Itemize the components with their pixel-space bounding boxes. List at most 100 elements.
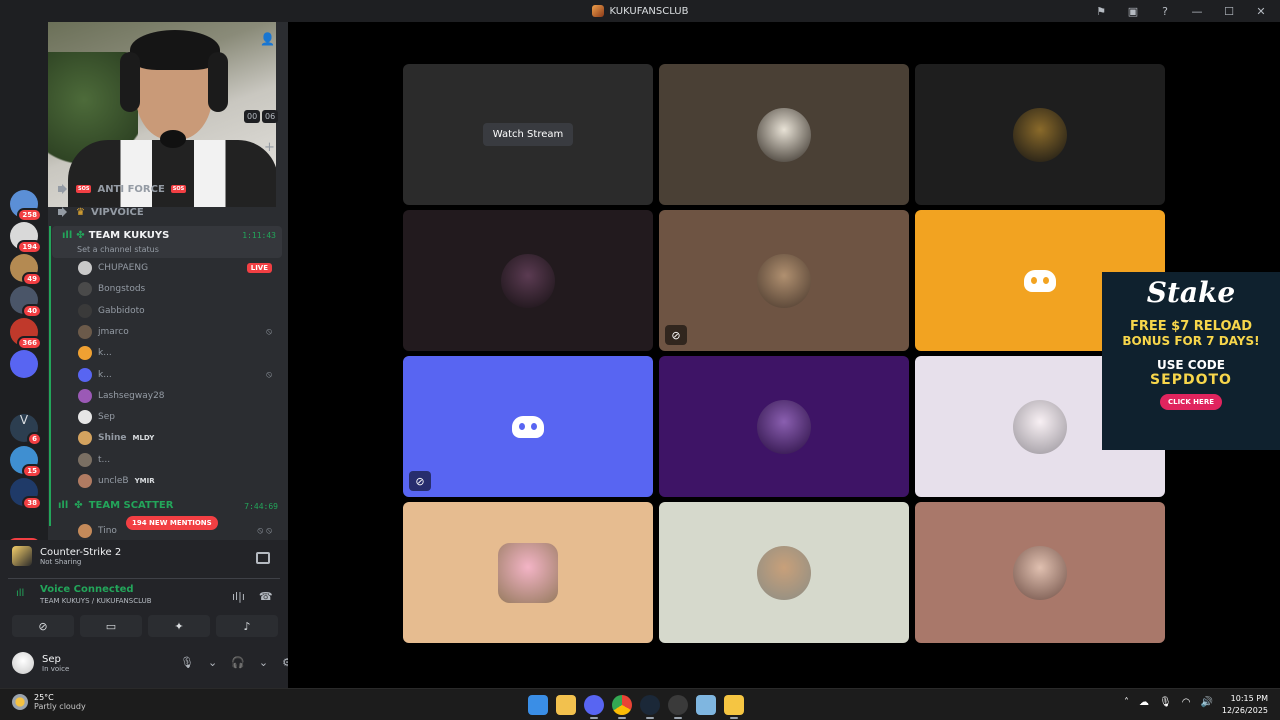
server-icon[interactable]: 366 (10, 318, 42, 350)
discord-logo-icon (1024, 269, 1056, 292)
mention-badge: 258 (17, 208, 42, 222)
server-icon-v[interactable]: V (10, 406, 38, 434)
server-icon[interactable]: 194 (10, 222, 42, 254)
close-button[interactable]: ✕ (1254, 5, 1268, 18)
maximize-button[interactable]: ☐ (1222, 5, 1236, 18)
minimize-button[interactable]: — (1190, 5, 1204, 18)
channel-name: ANTI FORCE (97, 183, 165, 195)
member-row[interactable]: Lashsegway28 (78, 387, 278, 405)
speaker-icon (58, 207, 70, 217)
participant-tile[interactable]: ⊘ (403, 356, 653, 497)
windows-start-icon[interactable] (528, 695, 548, 715)
headphones-icon[interactable]: 🎧 (231, 656, 245, 669)
participant-tile[interactable] (403, 502, 653, 643)
screen-icon[interactable]: ▣ (1126, 5, 1140, 18)
member-row[interactable]: t... (78, 451, 278, 469)
member-row[interactable]: Sep (78, 408, 278, 426)
cloud-icon[interactable]: ☁ (1139, 697, 1149, 708)
activities-button[interactable]: ✦ (148, 615, 210, 637)
help-icon[interactable]: ? (1158, 5, 1172, 18)
chevron-down-icon[interactable]: ⌄ (208, 656, 217, 669)
voice-channel-vipvoice[interactable]: ♛ VIPVOICE (58, 203, 144, 221)
share-screen-button[interactable]: ▭ (80, 615, 142, 637)
noise-suppression-icon[interactable]: ıl|ı (232, 590, 245, 603)
voice-connected-title: Voice Connected (40, 584, 134, 595)
notepad-icon[interactable] (696, 695, 716, 715)
member-name: k... (98, 369, 112, 380)
voice-channel-anti-force[interactable]: SOS ANTI FORCE SOS (58, 180, 187, 198)
voice-channel-team-scatter[interactable]: ıll ✤ TEAM SCATTER (58, 500, 173, 511)
chevron-up-icon[interactable]: ˄ (1124, 697, 1129, 708)
server-icon[interactable]: 258 (10, 190, 42, 222)
ad-promo-code: SEPDOTO (1150, 372, 1232, 388)
microphone-icon[interactable]: 🎙 (1159, 697, 1172, 708)
system-tray: ˄ ☁ 🎙 ◠ 🔊 (1124, 697, 1213, 708)
soundboard-button[interactable]: ♪ (216, 615, 278, 637)
volume-icon[interactable]: 🔊 (1200, 697, 1212, 708)
new-mentions-pill[interactable]: 194 NEW MENTIONS (126, 516, 218, 530)
obs-icon[interactable] (668, 695, 688, 719)
game-launcher-icon[interactable] (724, 695, 744, 719)
weather-widget[interactable]: 25°C Partly cloudy (12, 693, 86, 711)
inbox-icon[interactable]: ⚑ (1094, 5, 1108, 18)
chrome-icon[interactable] (612, 695, 632, 719)
participant-tile[interactable] (659, 64, 909, 205)
muted-icon: ⦸ (266, 369, 272, 380)
add-channel-icon[interactable]: + (264, 140, 275, 155)
crown-icon: ♛ (76, 206, 85, 218)
muted-icon: ⊘ (409, 471, 431, 491)
share-screen-icon[interactable] (256, 552, 270, 564)
timer-pill: 06 (262, 110, 279, 123)
server-icon[interactable] (10, 350, 38, 378)
ad-cta-button[interactable]: CLICK HERE (1159, 394, 1222, 410)
discord-icon[interactable] (584, 695, 604, 719)
member-name: jmarco (98, 326, 129, 337)
server-icon[interactable]: 15 (10, 446, 42, 478)
channel-timer: 7:44:69 (244, 502, 278, 511)
webcam-headset-right (208, 52, 228, 112)
participant-tile[interactable] (659, 502, 909, 643)
signal-icon: ıll (62, 230, 73, 241)
participant-tile[interactable] (915, 64, 1165, 205)
server-icon[interactable]: 38 (10, 478, 42, 510)
temperature: 25°C (34, 693, 54, 702)
ad-line-2: BONUS FOR 7 DAYS! (1122, 334, 1260, 348)
participant-tile[interactable]: ⊘ (659, 210, 909, 351)
watch-stream-button[interactable]: Watch Stream (482, 123, 574, 146)
member-row[interactable]: k... ⦸ (78, 366, 278, 384)
member-row[interactable]: Gabbidoto (78, 302, 278, 320)
window-title-text: KUKUFANSCLUB (609, 5, 689, 17)
member-name: Lashsegway28 (98, 390, 165, 401)
member-row[interactable]: Bongstods (78, 280, 278, 298)
camera-off-button[interactable]: ⊘ (12, 615, 74, 637)
voice-channel-team-kukuys[interactable]: ıll ✤ TEAM KUKUYS Set a channel status 1… (52, 226, 282, 258)
ad-line-1: FREE $7 RELOAD (1129, 319, 1253, 334)
participant-tile[interactable] (915, 502, 1165, 643)
steam-icon[interactable] (640, 695, 660, 719)
member-name: Tino (98, 526, 117, 536)
connection-icon[interactable]: ıll (16, 588, 28, 600)
wifi-icon[interactable]: ◠ (1182, 697, 1191, 708)
member-row[interactable]: k... (78, 344, 278, 362)
participant-tile[interactable] (403, 210, 653, 351)
server-icon[interactable]: 49 (10, 254, 42, 286)
disconnect-icon[interactable]: ☎ (259, 590, 273, 603)
member-row[interactable]: CHUPAENG LIVE (78, 259, 278, 277)
channel-status[interactable]: Set a channel status (77, 245, 159, 254)
file-explorer-icon[interactable] (556, 695, 576, 715)
webcam-headset-left (120, 52, 140, 112)
clock[interactable]: 10:15 PM 12/26/2025 (1222, 693, 1268, 717)
member-row[interactable]: uncleB YMIR (78, 472, 278, 490)
server-icon[interactable]: 40 (10, 286, 42, 318)
muted-icon: ⊘ (665, 325, 687, 345)
member-row[interactable]: jmarco ⦸ (78, 323, 278, 341)
user-panel[interactable]: Sep In voice (12, 652, 69, 674)
add-friend-icon[interactable]: 👤 (260, 32, 275, 46)
microphone-icon[interactable]: 🎙 (180, 656, 194, 669)
stake-ad[interactable]: Stake FREE $7 RELOAD BONUS FOR 7 DAYS! U… (1102, 272, 1280, 450)
chevron-down-icon[interactable]: ⌄ (259, 656, 268, 669)
participant-tile[interactable]: Watch Stream (403, 64, 653, 205)
ad-line-3: USE CODE (1157, 358, 1225, 372)
member-row[interactable]: 𝗦𝗵𝗶𝗻𝗲 MLDY (78, 429, 278, 447)
participant-tile[interactable] (659, 356, 909, 497)
